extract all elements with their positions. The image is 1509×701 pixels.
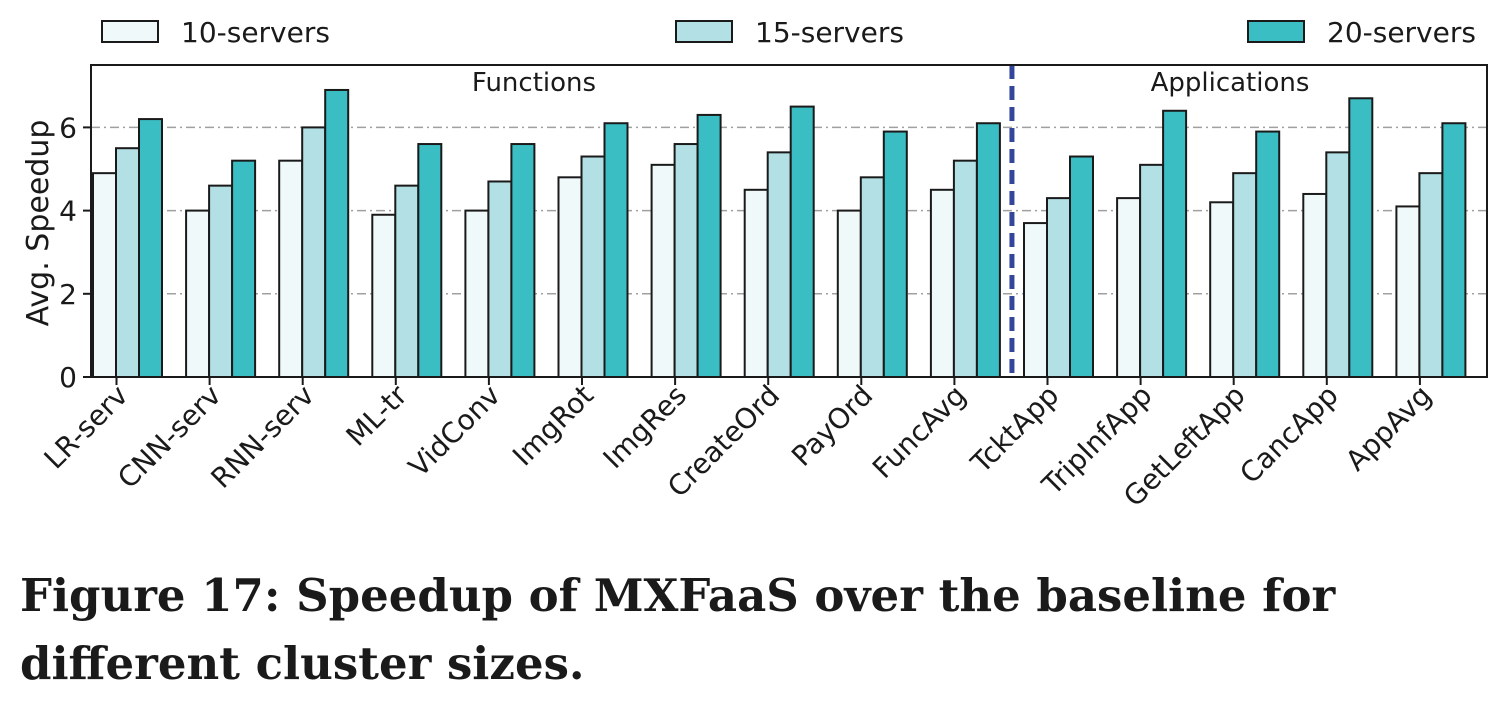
bar — [952, 159, 978, 378]
y-tick-label: 0 — [59, 361, 77, 394]
y-tick-label: 4 — [59, 195, 77, 228]
bar — [1162, 109, 1188, 378]
x-tick-label: CancApp — [1233, 379, 1344, 490]
bar — [115, 147, 140, 378]
x-tick-label: ImgRot — [506, 379, 600, 473]
bar — [92, 172, 117, 378]
bar — [1418, 172, 1444, 378]
bar — [882, 130, 908, 378]
bar — [836, 209, 862, 378]
speedup-bar-chart: 10-servers 15-servers 20-servers Functions… — [21, 16, 1488, 513]
section-label-functions: Functions — [472, 68, 596, 98]
bar — [208, 184, 234, 378]
bar — [650, 163, 676, 378]
bar — [673, 143, 699, 378]
bar — [789, 105, 815, 378]
x-tick-label: VidConv — [402, 379, 507, 484]
section-label-applications: Applications — [1151, 68, 1310, 98]
bar — [1348, 97, 1374, 378]
bar — [1232, 172, 1258, 378]
figure-caption: Figure 17: Speedup of MXFaaS over the ba… — [20, 569, 1336, 690]
bar — [1395, 205, 1421, 378]
bar — [231, 159, 257, 378]
bar — [487, 180, 513, 378]
legend-swatch — [675, 20, 733, 43]
legend-swatch — [1247, 20, 1305, 43]
bar — [766, 151, 792, 378]
y-tick-label: 2 — [59, 278, 77, 311]
bar — [1023, 222, 1048, 378]
bar — [394, 184, 420, 378]
bar — [1139, 163, 1165, 378]
x-tick-label: ML-tr — [340, 378, 414, 452]
legend-label: 20-servers — [1327, 16, 1476, 49]
bar — [1046, 197, 1071, 378]
x-axis: LR-servCNN-servRNN-serv ML-trVidConv ImgRo… — [38, 377, 1438, 513]
y-axis-label: Avg. Speedup — [21, 120, 56, 327]
bar — [138, 118, 163, 379]
bar — [278, 159, 304, 378]
bar — [1302, 192, 1328, 378]
y-axis: 0 2 4 6 — [59, 111, 91, 394]
bar — [1069, 155, 1094, 378]
legend-label: 10-servers — [181, 16, 330, 49]
bar — [696, 113, 722, 378]
x-tick-label: FuncAvg — [866, 379, 972, 485]
legend-swatch — [101, 20, 159, 43]
bar — [975, 122, 1001, 378]
bar — [580, 155, 606, 378]
x-tick-label: LR-serv — [38, 379, 135, 476]
bar — [464, 209, 490, 378]
bar — [557, 176, 583, 378]
bar — [1116, 197, 1142, 378]
x-tick-label: PayOrd — [785, 379, 879, 473]
legend-label: 15-servers — [755, 16, 904, 49]
x-tick-label: AppAvg — [1339, 379, 1438, 478]
bar — [603, 122, 629, 378]
bar — [929, 188, 955, 378]
x-tick-label: RNN-serv — [204, 379, 320, 495]
bar — [859, 176, 885, 378]
bar — [324, 88, 350, 379]
bar — [1325, 151, 1351, 378]
x-tick-label: ImgRes — [597, 379, 693, 475]
bar — [371, 213, 397, 378]
bar — [185, 209, 211, 378]
bars — [92, 88, 1467, 379]
bar — [510, 143, 536, 378]
legend: 10-servers 15-servers 20-servers — [101, 16, 1476, 49]
bar — [743, 188, 769, 378]
bar — [1209, 201, 1235, 378]
y-tick-label: 6 — [59, 111, 77, 144]
bar — [1441, 122, 1467, 378]
bar — [1255, 130, 1281, 378]
bar — [301, 126, 327, 379]
bar — [417, 143, 443, 378]
